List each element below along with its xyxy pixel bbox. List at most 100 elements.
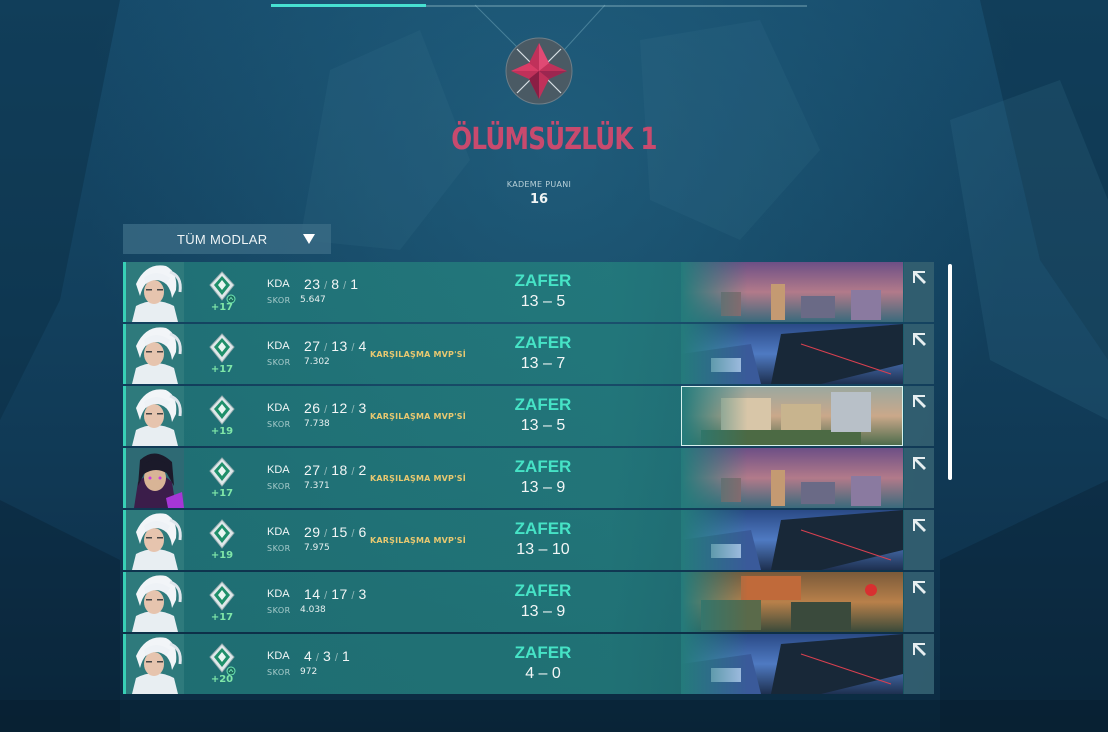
rounds-lost: 10 [551, 541, 570, 558]
tier-points-label: KADEME PUANI [506, 180, 572, 189]
score-label: SKOR [267, 420, 291, 429]
score-label: SKOR [267, 296, 291, 305]
round-score: 13 – 5 [520, 293, 566, 310]
open-details-icon [913, 333, 926, 346]
assists: 1 [350, 276, 359, 292]
match-row[interactable]: +17 KDA 14 / 17 / 3 SKOR 4.038 ZAFER 13 … [123, 572, 934, 632]
map-thumbnail [681, 386, 903, 446]
rounds-lost: 9 [556, 479, 566, 496]
match-details-button[interactable] [904, 386, 934, 446]
score-label: SKOR [267, 606, 291, 615]
kills: 27 [304, 338, 321, 354]
map-thumbnail [681, 324, 903, 384]
rr-gain: +17 [210, 488, 234, 499]
match-details-button[interactable] [904, 448, 934, 508]
match-list-scrollbar[interactable] [948, 264, 952, 480]
score-value: 7.975 [304, 543, 330, 553]
match-result: ZAFER [514, 271, 572, 290]
agent-portrait [126, 572, 184, 632]
round-score: 13 – 7 [520, 355, 566, 372]
map-thumbnail [681, 572, 903, 632]
deaths: 15 [331, 524, 348, 540]
score-value: 7.738 [304, 419, 330, 429]
match-details-button[interactable] [904, 572, 934, 632]
round-score: 13 – 9 [520, 603, 566, 620]
match-details-button[interactable] [904, 510, 934, 570]
assists: 4 [358, 338, 367, 354]
score-value: 972 [300, 667, 318, 677]
round-score: 13 – 10 [516, 541, 570, 558]
rank-badge-icon [208, 457, 236, 489]
tier-points-value: 16 [529, 192, 549, 207]
open-details-icon [913, 519, 926, 532]
agent-portrait [126, 386, 184, 446]
match-row[interactable]: +17 KDA 23 / 8 / 1 SKOR 5.647 ZAFER 13 –… [123, 262, 934, 322]
match-result: ZAFER [514, 457, 572, 476]
assists: 6 [358, 524, 367, 540]
agent-portrait [126, 448, 184, 508]
score-label: SKOR [267, 482, 291, 491]
match-row[interactable]: +20 KDA 4 / 3 / 1 SKOR 972 ZAFER 4 – 0 [123, 634, 934, 694]
kda-value: 23 / 8 / 1 [304, 276, 359, 292]
deaths: 8 [331, 276, 340, 292]
assists: 3 [358, 400, 367, 416]
kda-label: KDA [267, 278, 290, 290]
map-thumbnail [681, 448, 903, 508]
rr-gain: +17 [210, 364, 234, 375]
match-result: ZAFER [514, 643, 572, 662]
rank-badge-icon [208, 395, 236, 427]
open-details-icon [913, 457, 926, 470]
rank-progress-bar [271, 4, 807, 7]
deaths: 13 [331, 338, 348, 354]
match-history-list: +17 KDA 23 / 8 / 1 SKOR 5.647 ZAFER 13 –… [123, 262, 934, 694]
rounds-lost: 7 [556, 355, 566, 372]
match-mvp-tag: KARŞILAŞMA MVP'Sİ [370, 474, 466, 483]
match-row[interactable]: +19 KDA 26 / 12 / 3 SKOR 7.738 KARŞILAŞM… [123, 386, 934, 446]
match-row[interactable]: +19 KDA 29 / 15 / 6 SKOR 7.975 KARŞILAŞM… [123, 510, 934, 570]
match-mvp-tag: KARŞILAŞMA MVP'Sİ [370, 412, 466, 421]
rounds-lost: 0 [551, 665, 561, 682]
kda-label: KDA [267, 650, 290, 662]
rounds-won: 13 [520, 479, 539, 496]
score-value: 4.038 [300, 605, 326, 615]
match-mvp-tag: KARŞILAŞMA MVP'Sİ [370, 536, 466, 545]
rank-badge-icon [208, 643, 236, 676]
kda-label: KDA [267, 526, 290, 538]
match-row[interactable]: +17 KDA 27 / 18 / 2 SKOR 7.371 KARŞILAŞM… [123, 448, 934, 508]
rounds-won: 4 [525, 665, 535, 682]
score-value: 5.647 [300, 295, 326, 305]
match-details-button[interactable] [904, 324, 934, 384]
mode-filter-dropdown[interactable]: TÜM MODLAR [123, 224, 331, 254]
rounds-lost: 5 [556, 417, 566, 434]
kills: 14 [304, 586, 321, 602]
rr-gain: +17 [210, 302, 234, 313]
match-result: ZAFER [514, 581, 572, 600]
match-result: ZAFER [514, 395, 572, 414]
rounds-lost: 9 [556, 603, 566, 620]
agent-portrait [126, 262, 184, 322]
kills: 29 [304, 524, 321, 540]
match-details-button[interactable] [904, 262, 934, 322]
match-row[interactable]: +17 KDA 27 / 13 / 4 SKOR 7.302 KARŞILAŞM… [123, 324, 934, 384]
rounds-won: 13 [520, 417, 539, 434]
match-result: ZAFER [514, 333, 572, 352]
map-thumbnail [681, 510, 903, 570]
rank-progress-fill [271, 4, 427, 7]
agent-portrait [126, 324, 184, 384]
round-score: 13 – 5 [520, 417, 566, 434]
rr-gain: +19 [210, 550, 234, 561]
match-details-button[interactable] [904, 634, 934, 694]
rank-badge-icon [208, 333, 236, 365]
kills: 27 [304, 462, 321, 478]
open-details-icon [913, 271, 926, 284]
kills: 23 [304, 276, 321, 292]
kda-value: 29 / 15 / 6 [304, 524, 367, 540]
rank-title: ÖLÜMSÜZLÜK 1 [451, 122, 657, 157]
kda-label: KDA [267, 588, 290, 600]
rr-gain: +19 [210, 426, 234, 437]
kills: 26 [304, 400, 321, 416]
agent-portrait [126, 510, 184, 570]
open-details-icon [913, 581, 926, 594]
kda-value: 4 / 3 / 1 [304, 648, 351, 664]
agent-portrait [126, 634, 184, 694]
